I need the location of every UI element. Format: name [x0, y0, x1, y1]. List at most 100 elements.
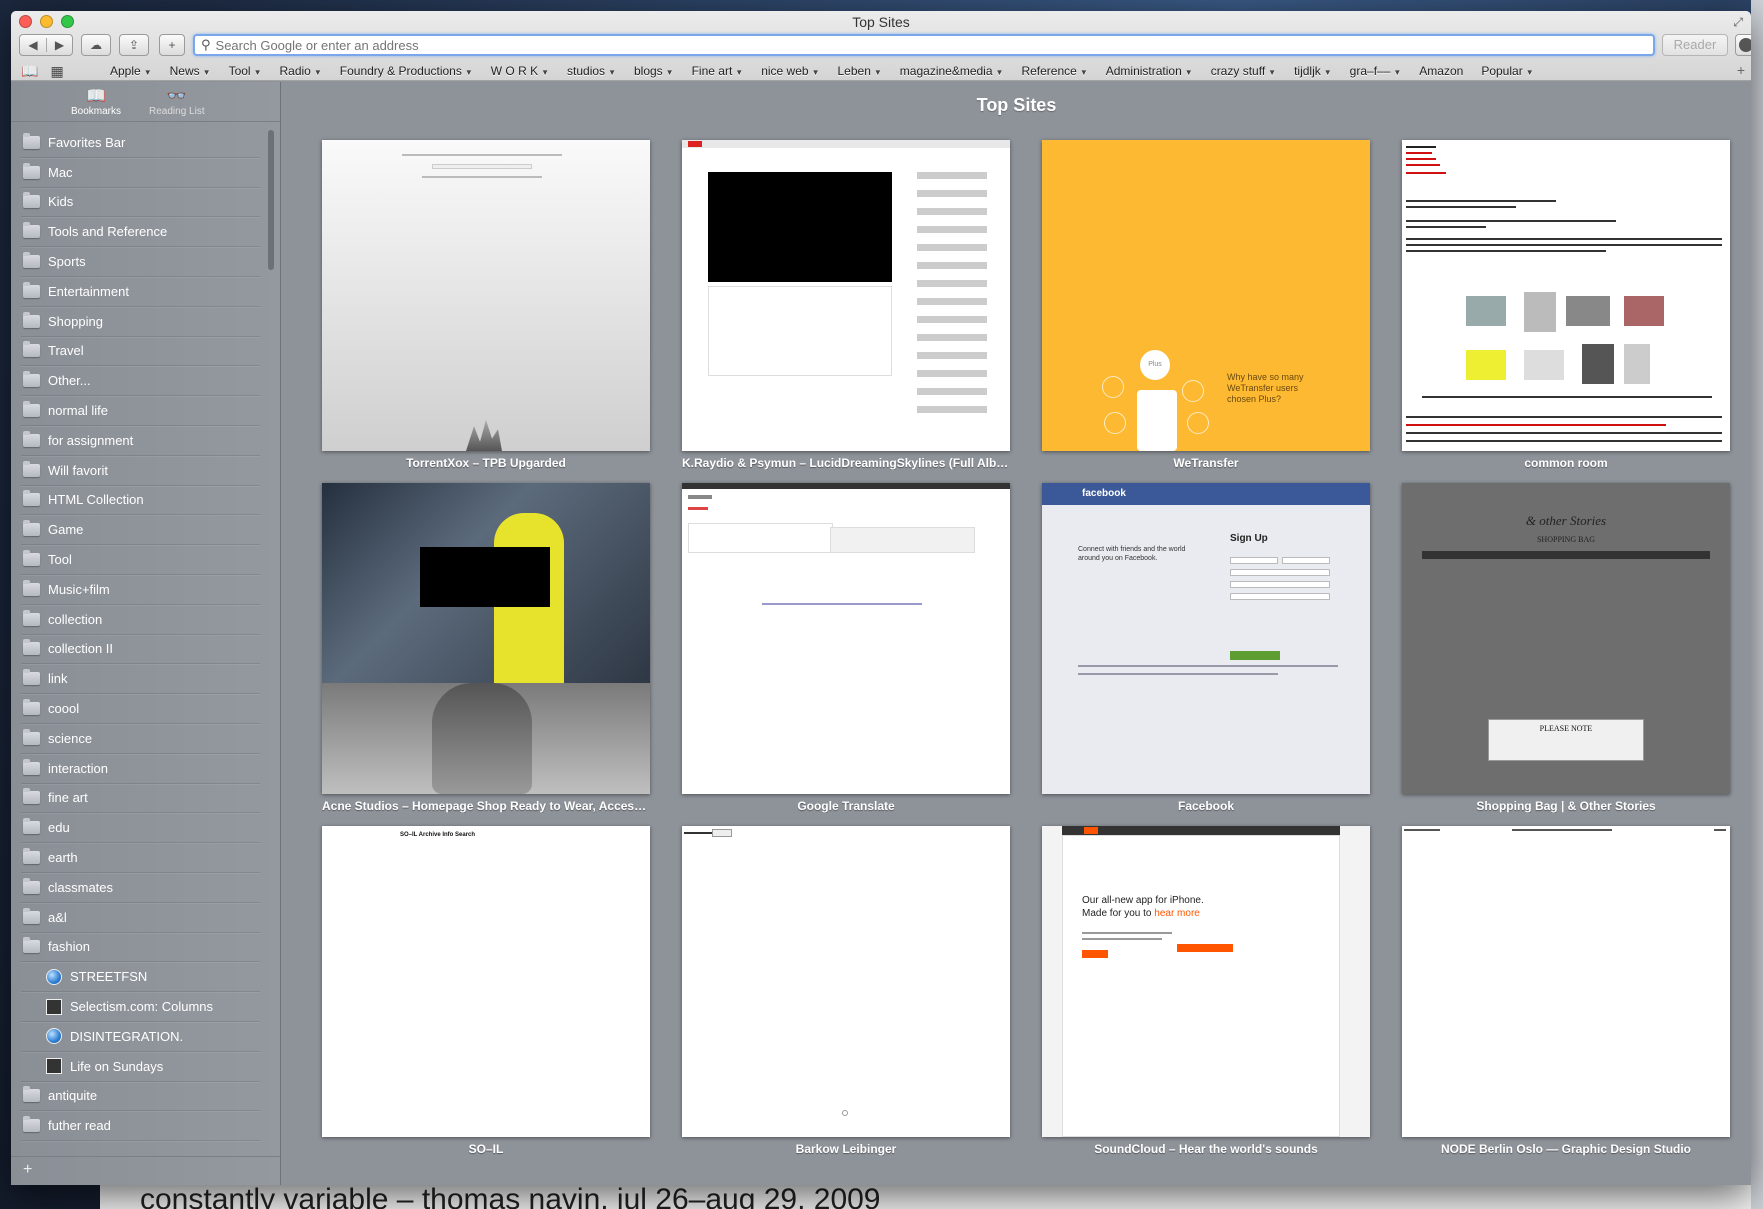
sidebar-folder[interactable]: Travel	[21, 337, 260, 367]
bookmarks-bar-item[interactable]: Apple ▼	[101, 64, 161, 78]
sidebar-folder[interactable]: Shopping	[21, 307, 260, 337]
sidebar-folder[interactable]: fashion	[21, 933, 260, 963]
grid-icon[interactable]: ▦	[50, 63, 63, 80]
sidebar-folder[interactable]: futher read	[21, 1111, 260, 1142]
sidebar-folder[interactable]: for assignment	[21, 426, 260, 456]
bookmarks-bar-item[interactable]: Tool ▼	[220, 64, 271, 78]
downloads-button[interactable]	[1735, 34, 1751, 56]
bookmarks-bar-item[interactable]: crazy stuff ▼	[1202, 64, 1285, 78]
new-tab-plus-icon[interactable]: +	[1737, 62, 1745, 78]
sidebar-folder[interactable]: a&l	[21, 903, 260, 933]
sidebar-folder[interactable]: science	[21, 724, 260, 754]
site-thumbnail: Our all-new app for iPhone. Made for you…	[1042, 826, 1370, 1137]
fullscreen-icon[interactable]: ⤢	[1733, 15, 1743, 30]
sidebar-folder[interactable]: Other...	[21, 366, 260, 397]
wetransfer-plus-badge: Plus	[1140, 350, 1170, 380]
sidebar-folder[interactable]: edu	[21, 813, 260, 844]
sidebar-folder[interactable]: interaction	[21, 754, 260, 784]
bookmarks-bar-item-label: Popular	[1481, 64, 1523, 78]
bookmarks-bar-items: Apple ▼ News ▼ Tool ▼ Radio ▼ Foundry & Producti…	[101, 64, 1543, 78]
sidebar-bookmark[interactable]: DISINTEGRATION.	[21, 1022, 260, 1052]
sidebar-folder[interactable]: collection II	[21, 635, 260, 665]
sidebar-folder[interactable]: collection	[21, 605, 260, 635]
sidebar-folder[interactable]: HTML Collection	[21, 486, 260, 516]
top-site-tile[interactable]: Our all-new app for iPhone. Made for you…	[1042, 826, 1370, 1156]
top-site-tile[interactable]: SO–IL Archive Info Search SO–IL	[322, 826, 650, 1156]
top-site-tile[interactable]: NODE Berlin Oslo — Graphic Design Studio	[1402, 826, 1730, 1156]
sidebar-folder[interactable]: coool	[21, 694, 260, 724]
sidebar-folder[interactable]: earth	[21, 843, 260, 873]
sidebar-folder[interactable]: link	[21, 664, 260, 695]
sidebar-folder[interactable]: Will favorit	[21, 456, 260, 486]
bookmarks-bar-item[interactable]: Foundry & Productions ▼	[331, 64, 482, 78]
sidebar-footer-divider	[11, 1156, 280, 1157]
sidebar-folder[interactable]: Entertainment	[21, 277, 260, 307]
top-site-tile[interactable]: facebook Connect with friends and the wo…	[1042, 483, 1370, 813]
bookmarks-bar-item[interactable]: tijdljk ▼	[1285, 64, 1341, 78]
sidebar-item-label: HTML Collection	[48, 492, 144, 508]
folder-icon	[23, 311, 40, 328]
tab-reading-list[interactable]: 👓 Reading List	[149, 82, 205, 121]
sidebar-folder[interactable]: Music+film	[21, 575, 260, 605]
address-bar[interactable]: ⚲	[193, 34, 1655, 56]
sidebar-folder[interactable]: Tools and Reference	[21, 217, 260, 248]
sidebar-folder[interactable]: classmates	[21, 873, 260, 903]
site-thumbnail	[322, 483, 650, 794]
sidebar-bookmark[interactable]: STREETFSN	[21, 962, 260, 993]
bookmarks-bar-item[interactable]: blogs ▼	[625, 64, 683, 78]
site-thumbnail: & other Stories SHOPPING BAG PLEASE NOTE	[1402, 483, 1730, 794]
bookmarks-bar-item[interactable]: News ▼	[161, 64, 220, 78]
sidebar-bookmark[interactable]: Selectism.com: Columns	[21, 992, 260, 1022]
sidebar-folder[interactable]: Game	[21, 515, 260, 546]
sidebar-folder[interactable]: antiquite	[21, 1082, 260, 1112]
chevron-down-icon: ▼	[1268, 68, 1277, 77]
top-site-tile[interactable]: Barkow Leibinger	[682, 826, 1010, 1156]
bookmarks-bar-item[interactable]: Popular ▼	[1472, 64, 1542, 78]
sidebar-folder[interactable]: Favorites Bar	[21, 128, 260, 158]
add-bookmark-button[interactable]: +	[159, 34, 185, 56]
bookmarks-bar-item[interactable]: gra–f–– ▼	[1341, 64, 1411, 78]
bookmarks-bar-item[interactable]: magazine&media ▼	[891, 64, 1013, 78]
book-icon[interactable]: 📖	[21, 63, 38, 80]
sidebar-folder[interactable]: fine art	[21, 784, 260, 814]
bookmarks-sidebar: 📖 Bookmarks 👓 Reading List Favorites Bar…	[11, 82, 281, 1185]
sidebar-item-label: Favorites Bar	[48, 134, 126, 150]
folder-icon	[23, 728, 40, 745]
bookmarks-bar-item[interactable]: Fine art ▼	[683, 64, 753, 78]
bookmarks-bar-item[interactable]: nice web ▼	[752, 64, 828, 78]
top-site-tile[interactable]: common room	[1402, 140, 1730, 470]
bookmarks-bar-item[interactable]: Amazon	[1410, 64, 1472, 78]
site-title: SoundCloud – Hear the world's sounds	[1094, 1142, 1318, 1156]
top-site-tile[interactable]: Plus Why have so many WeTransfer users c…	[1042, 140, 1370, 470]
chevron-down-icon: ▼	[995, 68, 1004, 77]
forward-icon[interactable]: ▶	[46, 38, 72, 52]
top-site-tile[interactable]: Acne Studios – Homepage Shop Ready to We…	[322, 483, 650, 813]
tab-bookmarks[interactable]: 📖 Bookmarks	[71, 82, 121, 121]
sidebar-folder[interactable]: Kids	[21, 188, 260, 218]
sidebar-bookmark[interactable]: Life on Sundays	[21, 1052, 260, 1082]
sidebar-folder[interactable]: normal life	[21, 396, 260, 426]
bookmarks-bar-item[interactable]: studios ▼	[558, 64, 625, 78]
sidebar-scrollbar[interactable]	[268, 130, 274, 270]
top-site-tile[interactable]: Google Translate	[682, 483, 1010, 813]
top-site-tile[interactable]: TorrentXox – TPB Upgarded	[322, 140, 650, 470]
chevron-down-icon: ▼	[608, 68, 616, 77]
bookmarks-bar-item-label: Reference	[1021, 64, 1077, 78]
top-site-tile[interactable]: & other Stories SHOPPING BAG PLEASE NOTE…	[1402, 483, 1730, 813]
bookmarks-bar-item[interactable]: Administration ▼	[1097, 64, 1202, 78]
sidebar-folder[interactable]: Mac	[21, 158, 260, 188]
top-site-tile[interactable]: K.Raydio & Psymun – LucidDreamingSkyline…	[682, 140, 1010, 470]
bookmarks-bar-item[interactable]: W O R K ▼	[482, 64, 558, 78]
back-icon[interactable]: ◀	[20, 38, 46, 52]
sidebar-folder[interactable]: Sports	[21, 247, 260, 277]
bookmarks-bar-item[interactable]: Leben ▼	[829, 64, 891, 78]
icloud-tabs-button[interactable]: ☁	[81, 34, 111, 56]
address-input[interactable]	[215, 37, 1596, 53]
folder-icon	[23, 907, 40, 924]
bookmarks-bar-item[interactable]: Radio ▼	[271, 64, 331, 78]
add-folder-button[interactable]: +	[23, 1161, 32, 1179]
sidebar-folder[interactable]: Tool	[21, 545, 260, 575]
share-button[interactable]: ⇪	[119, 34, 149, 56]
bookmarks-bar-item[interactable]: Reference ▼	[1012, 64, 1096, 78]
reader-button[interactable]: Reader	[1662, 34, 1728, 56]
